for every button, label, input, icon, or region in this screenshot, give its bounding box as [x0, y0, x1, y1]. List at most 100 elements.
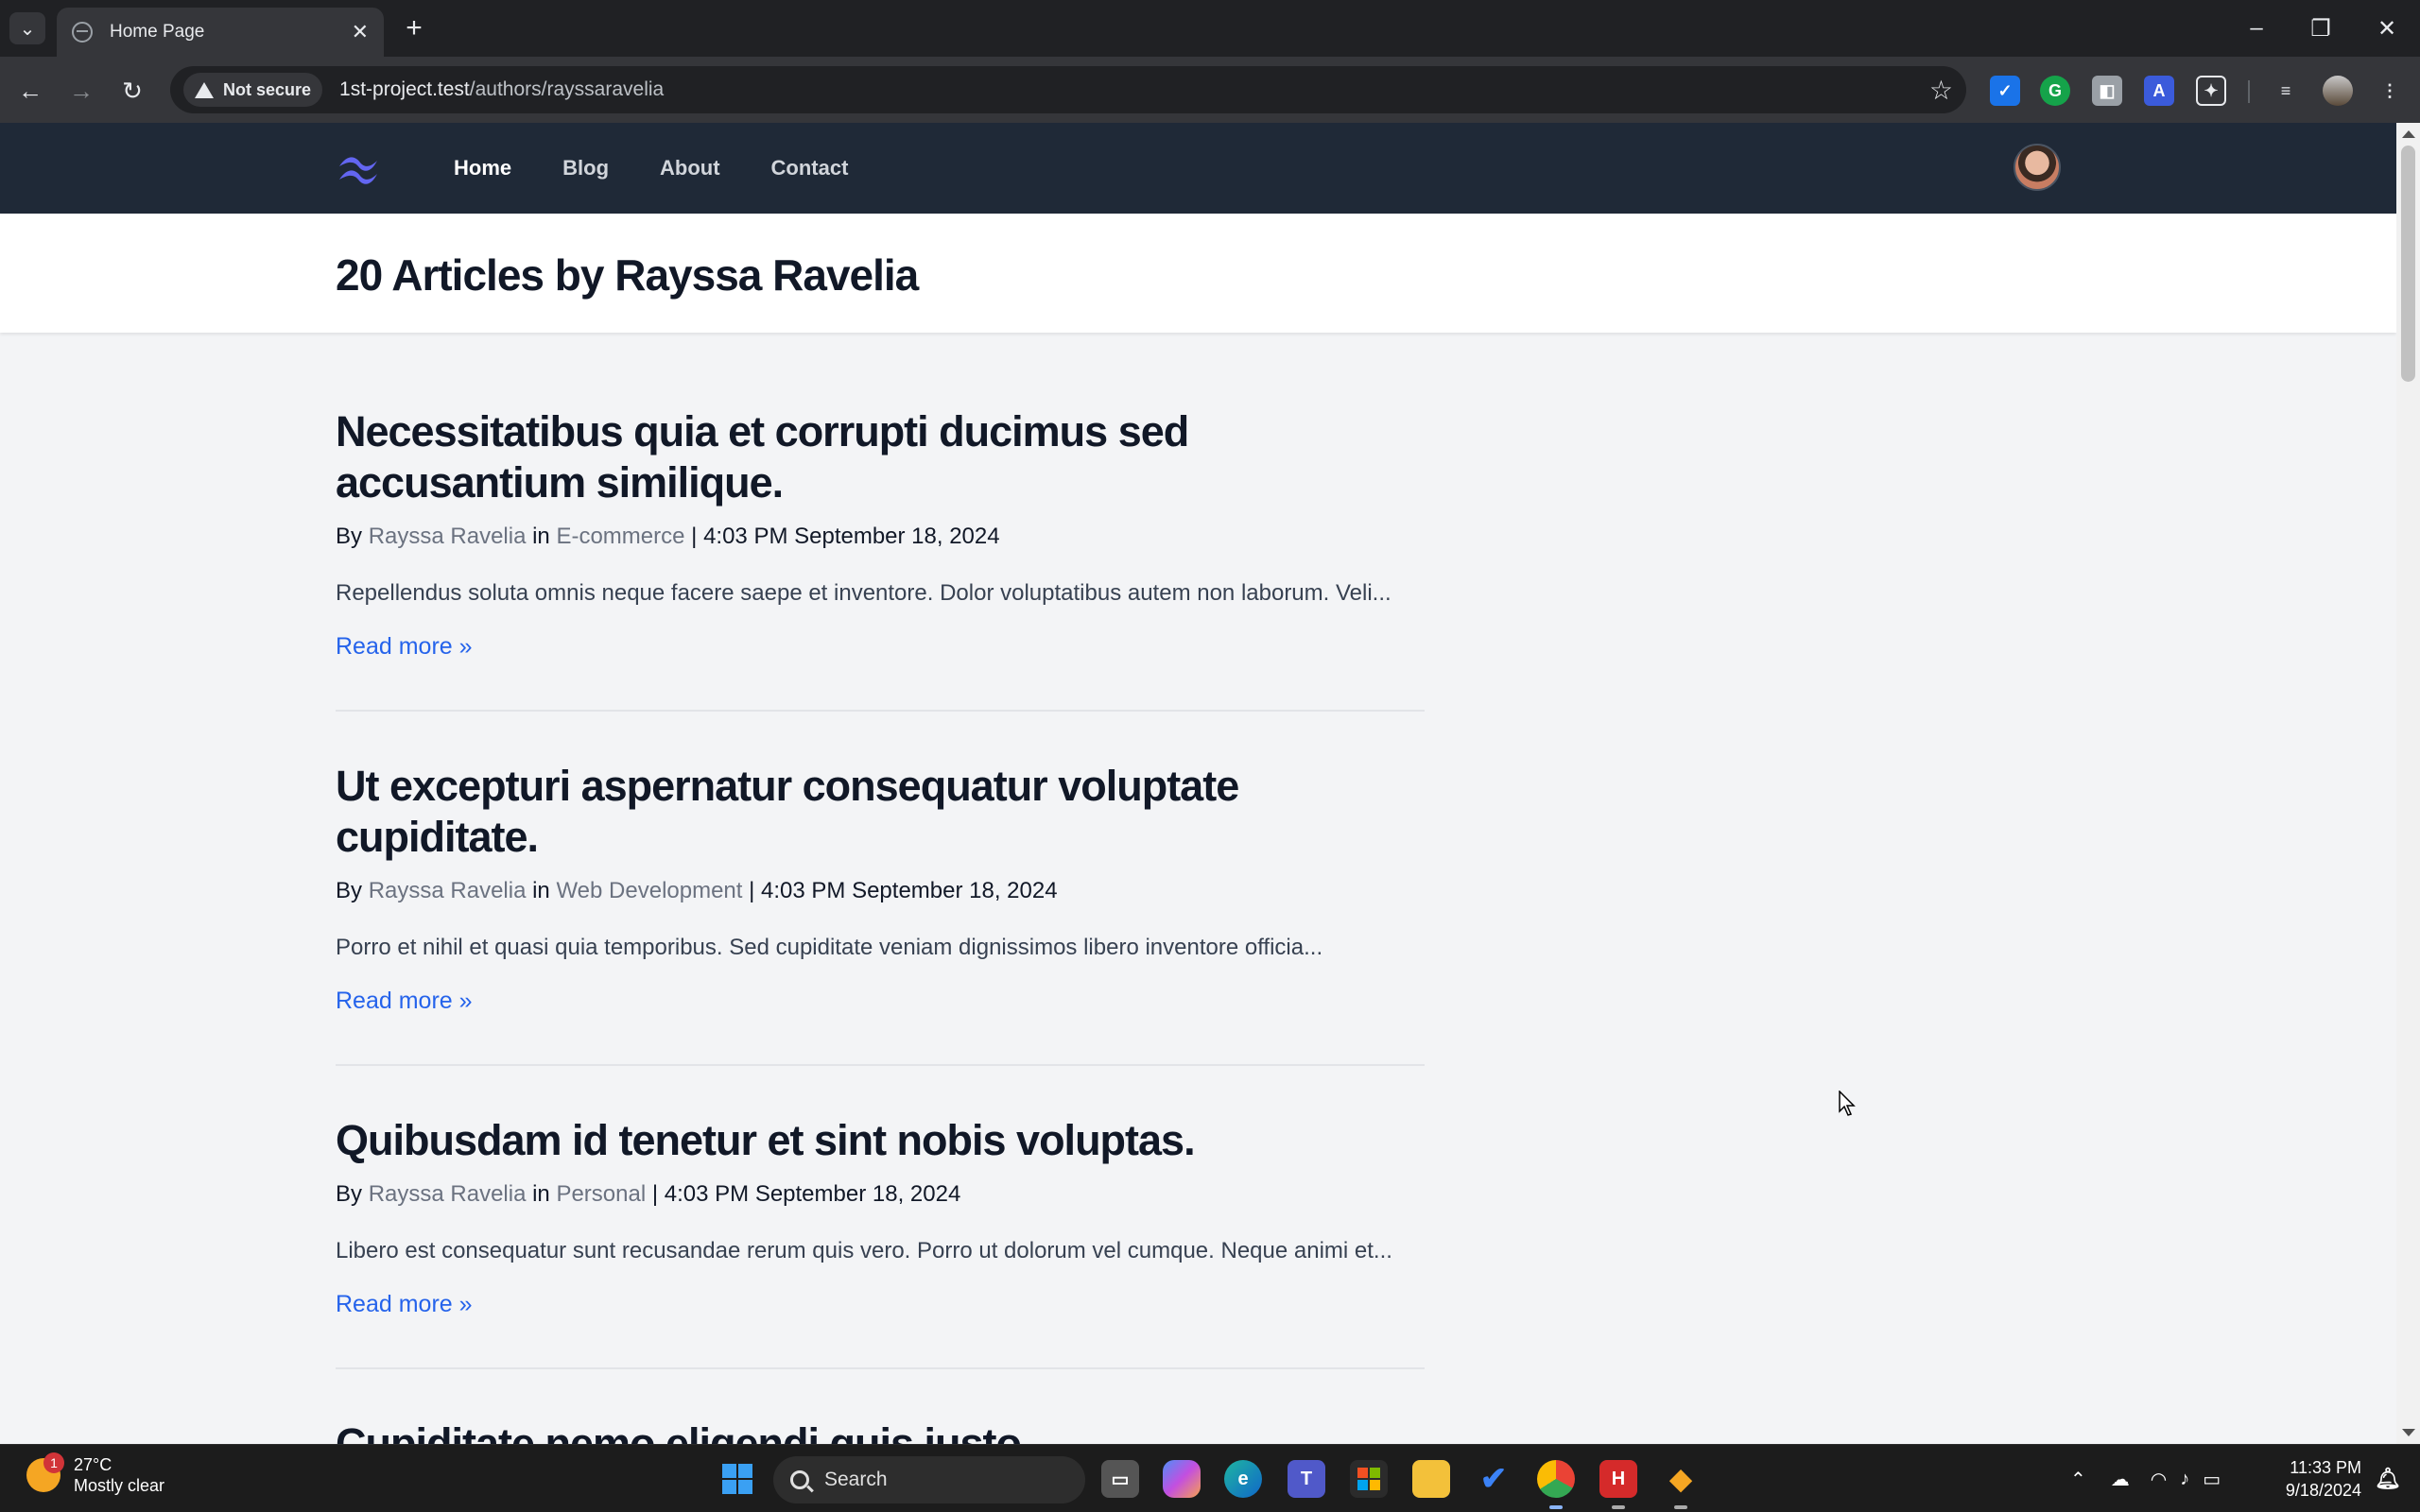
copilot-icon[interactable] [1163, 1460, 1201, 1498]
page-scrollbar[interactable] [2396, 123, 2420, 1444]
read-more-link[interactable]: Read more » [336, 633, 473, 661]
chrome-icon[interactable] [1537, 1460, 1575, 1498]
in-label: in [532, 524, 550, 549]
article-item: Necessitatibus quia et corrupti ducimus … [336, 406, 1425, 712]
article-time: 4:03 PM September 18, 2024 [703, 524, 1000, 549]
url-host: 1st-project.test [339, 78, 470, 100]
search-label: Search [824, 1469, 888, 1490]
page-viewport: Home Blog About Contact 20 Articles by R… [0, 123, 2396, 1444]
hoppscotch-icon[interactable]: H [1599, 1460, 1637, 1498]
taskbar-clock[interactable]: 11:33 PM 9/18/2024 [2261, 1456, 2361, 1502]
page-header: 20 Articles by Rayssa Ravelia [0, 214, 2396, 333]
by-label: By [336, 1181, 363, 1207]
browser-toolbar: ← → ↻ Not secure 1st-project.test/author… [0, 57, 2420, 123]
scroll-up-arrow[interactable] [2402, 130, 2415, 138]
grammarly-icon[interactable]: G [2040, 76, 2070, 106]
os-taskbar: 1 27°C Mostly clear Search ▭ e T ✔ H ◆ ⌃… [0, 1444, 2420, 1512]
weather-moon-icon: 1 [26, 1452, 64, 1492]
url-text[interactable]: 1st-project.test/authors/rayssaravelia [339, 78, 1929, 101]
category-link[interactable]: E-commerce [556, 524, 684, 549]
reading-list-icon[interactable]: ≡ [2271, 76, 2301, 106]
meta-separator: | [749, 878, 755, 903]
weather-desc: Mostly clear [74, 1476, 165, 1495]
browser-tab[interactable]: Home Page ✕ [57, 8, 384, 57]
user-avatar[interactable] [2014, 144, 2061, 191]
logo-icon[interactable] [336, 151, 381, 185]
teams-icon[interactable]: T [1288, 1460, 1325, 1498]
author-link[interactable]: Rayssa Ravelia [369, 524, 527, 549]
article-list: Necessitatibus quia et corrupti ducimus … [336, 406, 1425, 1444]
volume-icon[interactable]: ♪ [2180, 1469, 2189, 1490]
article-title[interactable]: Cupiditate nemo eligendi quis iusto. [336, 1418, 1425, 1444]
scrollbar-thumb[interactable] [2401, 146, 2415, 382]
translate-icon[interactable]: A [2144, 76, 2174, 106]
reload-button[interactable]: ↻ [113, 72, 151, 110]
close-window-button[interactable]: ✕ [2363, 9, 2411, 47]
mouse-cursor-icon [1839, 1091, 1856, 1116]
running-app-indicator [1612, 1505, 1625, 1509]
article-meta: By Rayssa Ravelia in Personal | 4:03 PM … [336, 1179, 1425, 1210]
windows-start-icon[interactable] [718, 1460, 756, 1498]
nav-contact-link[interactable]: Contact [752, 145, 868, 192]
tray-chevron-icon[interactable]: ⌃ [2070, 1468, 2086, 1491]
article-meta: By Rayssa Ravelia in E-commerce | 4:03 P… [336, 522, 1425, 552]
restore-button[interactable]: ❐ [2297, 9, 2344, 47]
globe-icon [72, 22, 93, 43]
author-link[interactable]: Rayssa Ravelia [369, 878, 527, 903]
read-more-link[interactable]: Read more » [336, 988, 473, 1015]
category-link[interactable]: Personal [556, 1181, 646, 1207]
bookmark-star-icon[interactable]: ☆ [1929, 75, 1953, 106]
address-bar[interactable]: Not secure 1st-project.test/authors/rays… [170, 66, 1966, 113]
url-path: /authors/rayssaravelia [469, 78, 665, 100]
nav-blog-link[interactable]: Blog [544, 145, 628, 192]
notification-bell-icon[interactable]: 🔔︎ [2369, 1460, 2407, 1498]
extensions-puzzle-icon[interactable]: ✦ [2196, 76, 2226, 106]
browser-tab-strip: ⌄ Home Page ✕ + – ❐ ✕ [0, 0, 2420, 57]
tab-search-button[interactable]: ⌄ [9, 12, 45, 44]
article-title[interactable]: Ut excepturi aspernatur consequatur volu… [336, 761, 1425, 863]
running-app-indicator [1674, 1505, 1687, 1509]
duck-app-icon[interactable]: ◆ [1662, 1460, 1700, 1498]
active-app-indicator [1549, 1505, 1563, 1509]
nav-home-link[interactable]: Home [435, 145, 530, 192]
weather-widget[interactable]: 1 27°C Mostly clear [26, 1452, 165, 1496]
security-chip[interactable]: Not secure [183, 73, 323, 107]
article-time: 4:03 PM September 18, 2024 [761, 878, 1058, 903]
article-time: 4:03 PM September 18, 2024 [664, 1181, 961, 1207]
wifi-icon[interactable]: ◠ [2151, 1468, 2167, 1491]
search-icon [790, 1470, 809, 1489]
edge-icon[interactable]: e [1224, 1460, 1262, 1498]
close-tab-icon[interactable]: ✕ [352, 20, 369, 44]
nav-about-link[interactable]: About [641, 145, 739, 192]
warning-icon [195, 81, 214, 98]
file-explorer-icon[interactable] [1412, 1460, 1450, 1498]
article-item: Cupiditate nemo eligendi quis iusto. [336, 1418, 1425, 1444]
menu-kebab-icon[interactable]: ⋮ [2375, 76, 2405, 106]
weather-temp: 27°C [74, 1455, 112, 1474]
extension-blue-icon[interactable]: ✓ [1990, 76, 2020, 106]
category-link[interactable]: Web Development [556, 878, 742, 903]
forward-button[interactable]: → [62, 72, 100, 110]
minimize-button[interactable]: – [2233, 9, 2280, 47]
meta-separator: | [651, 1181, 659, 1207]
new-tab-button[interactable]: + [397, 11, 431, 45]
security-label: Not secure [223, 79, 312, 99]
back-button[interactable]: ← [11, 72, 49, 110]
taskbar-search[interactable]: Search [773, 1456, 1085, 1503]
todo-check-icon[interactable]: ✔ [1475, 1460, 1512, 1498]
toolbar-divider [2248, 80, 2250, 103]
author-link[interactable]: Rayssa Ravelia [369, 1181, 527, 1207]
onedrive-cloud-icon[interactable]: ☁ [2111, 1468, 2130, 1491]
task-view-icon[interactable]: ▭ [1101, 1460, 1139, 1498]
profile-avatar-icon[interactable] [2323, 76, 2353, 106]
clock-date: 9/18/2024 [2285, 1481, 2361, 1500]
battery-icon[interactable]: ▭ [2203, 1468, 2221, 1491]
extension-gray-icon[interactable]: ◧ [2092, 76, 2122, 106]
site-navbar: Home Blog About Contact [0, 123, 2396, 214]
store-icon[interactable] [1350, 1460, 1388, 1498]
read-more-link[interactable]: Read more » [336, 1291, 473, 1318]
article-title[interactable]: Quibusdam id tenetur et sint nobis volup… [336, 1115, 1425, 1166]
article-title[interactable]: Necessitatibus quia et corrupti ducimus … [336, 406, 1425, 508]
scroll-down-arrow[interactable] [2402, 1429, 2415, 1436]
in-label: in [532, 1181, 550, 1207]
